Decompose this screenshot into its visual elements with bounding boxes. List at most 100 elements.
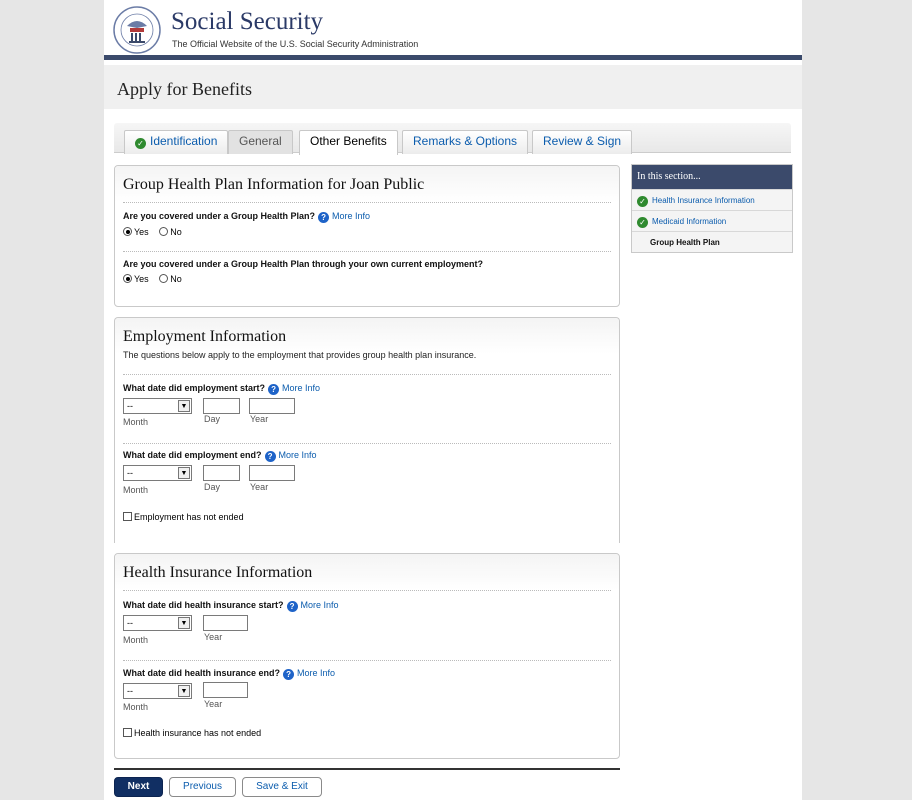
year-label: Year [204,632,223,642]
select-value: -- [127,686,133,696]
save-exit-button[interactable]: Save & Exit [242,777,322,797]
help-icon[interactable]: ? [318,212,330,223]
start-month-select[interactable]: -- ▼ [123,398,192,414]
page-title: Apply for Benefits [117,79,252,99]
tab-review-sign[interactable]: Review & Sign [532,130,633,154]
start-day-input[interactable] [203,398,240,414]
question-text: What date did employment end? [123,450,262,460]
tab-label: Review & Sign [543,134,622,148]
day-label: Day [204,482,221,492]
month-label: Month [123,635,149,645]
sidebar-item-health-insurance[interactable]: ✓ Health Insurance Information [632,189,792,210]
more-info-link[interactable]: More Info [279,450,317,460]
more-info-link[interactable]: More Info [297,668,335,678]
more-info-link[interactable]: More Info [282,383,320,393]
end-month-select[interactable]: -- ▼ [123,465,192,481]
radio-yes-label: Yes [134,274,149,284]
sidebar-item-medicaid[interactable]: ✓ Medicaid Information [632,210,792,231]
tab-label: Remarks & Options [413,134,518,148]
more-info-link[interactable]: More Info [301,600,339,610]
chevron-down-icon: ▼ [178,685,190,697]
check-icon: ✓ [637,196,648,207]
checkbox-label: Health insurance has not ended [134,728,262,738]
sidebar-item-label: Health Insurance Information [652,196,755,205]
page: Social Security The Official Website of … [104,0,802,800]
radio-yes-label: Yes [134,227,149,237]
tab-identification[interactable]: ✓ Identification [124,130,229,154]
help-icon[interactable]: ? [264,451,276,462]
tab-remarks-options[interactable]: Remarks & Options [402,130,529,154]
question-group-health-plan: Are you covered under a Group Health Pla… [123,211,370,223]
year-label: Year [250,482,269,492]
divider [123,374,611,375]
divider [123,590,611,591]
question-text: What date did employment start? [123,383,266,393]
check-icon: ✓ [637,217,648,228]
radio-group-q1: Yes No [123,227,190,237]
tab-other-benefits[interactable]: Other Benefits [299,130,398,155]
tab-label: Identification [150,134,218,148]
sidebar-item-label: Medicaid Information [652,217,727,226]
month-label: Month [123,485,149,495]
start-year-input[interactable] [249,398,295,414]
panel-header: Group Health Plan Information for Joan P… [115,166,619,202]
more-info-link[interactable]: More Info [332,211,370,221]
radio-yes[interactable] [123,274,132,283]
previous-button[interactable]: Previous [169,777,236,797]
radio-no[interactable] [159,274,169,283]
panel-header: Employment Information [115,318,619,354]
question-employment-end: What date did employment end?? More Info [123,450,317,462]
month-label: Month [123,702,149,712]
insurance-not-ended-checkbox[interactable] [123,728,132,737]
end-day-input[interactable] [203,465,240,481]
insurance-start-month-select[interactable]: -- ▼ [123,615,192,631]
employment-panel: Employment Information The questions bel… [114,317,620,543]
divider [123,443,611,444]
question-text: Are you covered under a Group Health Pla… [123,211,316,221]
year-label: Year [204,699,223,709]
question-employment-start: What date did employment start?? More Inf… [123,383,320,395]
tab-general: General [228,130,293,154]
radio-no[interactable] [159,227,169,236]
divider [123,202,611,203]
employment-not-ended-checkbox[interactable] [123,512,132,521]
question-insurance-end: What date did health insurance end?? More… [123,668,335,680]
checkbox-label: Employment has not ended [134,512,244,522]
select-value: -- [127,468,133,478]
footer-divider [114,768,620,770]
insurance-end-month-select[interactable]: -- ▼ [123,683,192,699]
panel-header: Health Insurance Information [115,554,619,590]
apply-bar: Apply for Benefits [104,65,802,109]
sidebar-item-group-health-plan: Group Health Plan [632,231,792,252]
group-health-panel: Group Health Plan Information for Joan P… [114,165,620,307]
insurance-end-year-input[interactable] [203,682,248,698]
question-text: Are you covered under a Group Health Pla… [123,259,484,269]
panel-title: Employment Information [123,328,287,345]
panel-title: Group Health Plan Information for Joan P… [123,176,425,193]
help-icon[interactable]: ? [283,669,295,680]
divider [123,251,611,252]
ssa-seal-icon [113,6,161,54]
insurance-not-ended: Health insurance has not ended [123,728,261,738]
chevron-down-icon: ▼ [178,400,190,412]
sidebar-heading: In this section... [632,165,792,189]
chevron-down-icon: ▼ [178,467,190,479]
tab-label: General [239,134,282,148]
select-value: -- [127,618,133,628]
panel-description: The questions below apply to the employm… [123,350,477,360]
panel-title: Health Insurance Information [123,564,313,581]
next-button[interactable]: Next [114,777,163,797]
year-label: Year [250,414,269,424]
radio-yes[interactable] [123,227,132,236]
help-icon[interactable]: ? [268,384,280,395]
insurance-start-year-input[interactable] [203,615,248,631]
tab-label: Other Benefits [310,134,387,148]
select-value: -- [127,401,133,411]
question-text: What date did health insurance start? [123,600,284,610]
help-icon[interactable]: ? [286,601,298,612]
radio-no-label: No [170,227,182,237]
end-year-input[interactable] [249,465,295,481]
site-title[interactable]: Social Security [171,8,323,36]
site-header: Social Security The Official Website of … [104,0,802,60]
question-text: What date did health insurance end? [123,668,281,678]
